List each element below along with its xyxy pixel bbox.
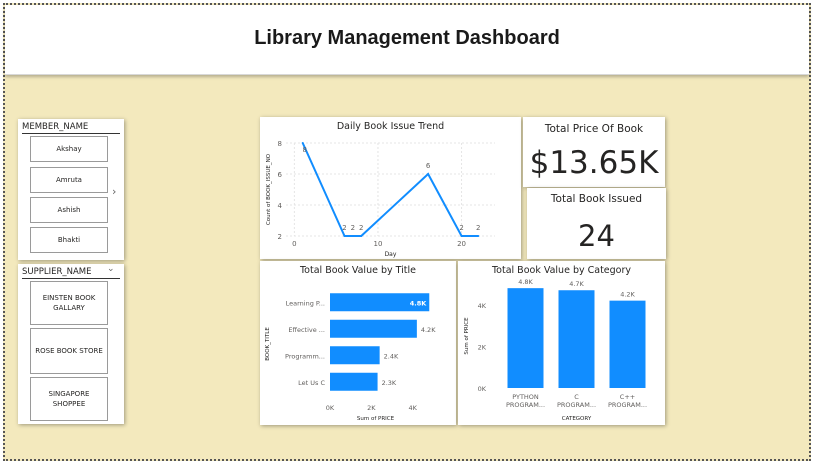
y-tick-label: 0K bbox=[478, 385, 487, 393]
supplier-slicer-title: SUPPLIER_NAME bbox=[22, 267, 92, 277]
supplier-item-einsten[interactable]: EINSTEN BOOK GALLARY bbox=[30, 281, 108, 325]
chevron-down-icon[interactable]: ⌄ bbox=[107, 264, 115, 274]
data-label: 2.3K bbox=[382, 379, 397, 387]
bar bbox=[330, 372, 378, 391]
data-label: 4.8K bbox=[410, 299, 428, 307]
bar bbox=[507, 288, 544, 388]
y-axis-title: BOOK_TITLE bbox=[265, 327, 271, 361]
category-label: PROGRAM... bbox=[608, 401, 647, 409]
data-point bbox=[460, 235, 463, 237]
category-label: C bbox=[574, 393, 579, 401]
total-issued-value: 24 bbox=[578, 219, 615, 253]
daily-issue-trend-card: Daily Book Issue Trend 2 4 6 8 0 10 20 8 2 2 2 6 2 2 D… bbox=[260, 117, 521, 259]
data-point bbox=[427, 173, 430, 175]
dashboard-canvas: Library Management Dashboard MEMBER_NAME… bbox=[3, 3, 811, 461]
slicer-divider bbox=[22, 278, 120, 279]
y-tick-label: 8 bbox=[278, 140, 282, 148]
x-axis-title: CATEGORY bbox=[562, 416, 592, 422]
data-label: 2 bbox=[459, 224, 463, 232]
data-label: 4.2K bbox=[421, 326, 436, 334]
data-label: 8 bbox=[302, 146, 306, 154]
y-axis-title: Count of BOOK_ISSUE_NO bbox=[266, 153, 272, 225]
x-tick-label: 20 bbox=[457, 240, 466, 248]
data-label: 6 bbox=[426, 162, 431, 170]
y-tick-label: 2K bbox=[478, 343, 487, 351]
member-item-amruta[interactable]: Amruta bbox=[30, 167, 108, 193]
data-label: 2 bbox=[351, 224, 355, 232]
page-title: Library Management Dashboard bbox=[254, 27, 560, 49]
x-axis-title: Day bbox=[385, 251, 397, 258]
data-point bbox=[360, 235, 363, 237]
daily-issue-trend-chart: 24680 10 2082 2 262 2DayCount of BOOK_ISSUE_N… bbox=[266, 140, 495, 258]
supplier-item-singapore[interactable]: SINGAPORE SHOPPEE bbox=[30, 377, 108, 421]
bar bbox=[558, 290, 595, 388]
value-by-category-chart: 0K2K4K4.8KPYTHONPROGRAM...4.7KCPROGRAM..… bbox=[464, 278, 647, 422]
category-label: PROGRAM... bbox=[506, 401, 545, 409]
category-label: PROGRAM... bbox=[557, 401, 596, 409]
data-label: 4.7K bbox=[569, 280, 584, 288]
bar bbox=[609, 300, 646, 388]
x-axis-title: Sum of PRICE bbox=[357, 416, 395, 422]
y-tick-label: 4K bbox=[478, 302, 487, 310]
total-price-value: $13.65K bbox=[529, 145, 659, 181]
supplier-name-slicer: SUPPLIER_NAME ⌄ EINSTEN BOOK GALLARY ROS… bbox=[18, 264, 124, 424]
x-tick-label: 10 bbox=[373, 240, 382, 248]
y-tick-label: 6 bbox=[278, 171, 283, 179]
value-by-title-chart: Learning P... 4.8K Effective ... 4.2K Progra… bbox=[265, 293, 436, 422]
value-by-title-card: Total Book Value by Title Learning P... 4… bbox=[260, 261, 456, 425]
data-point bbox=[477, 235, 480, 237]
y-tick-label: 2 bbox=[278, 233, 282, 241]
data-label: 2 bbox=[342, 224, 346, 232]
category-label: C++ bbox=[620, 393, 635, 401]
chevron-right-icon[interactable]: › bbox=[112, 185, 116, 198]
total-issued-title: Total Book Issued bbox=[550, 193, 643, 205]
y-axis-title: Sum of PRICE bbox=[464, 317, 470, 355]
data-point bbox=[351, 235, 354, 237]
data-label: 4.8K bbox=[518, 278, 533, 286]
header-bar: Library Management Dashboard bbox=[5, 5, 809, 75]
category-label: Let Us C bbox=[298, 379, 325, 387]
category-label: Learning P... bbox=[286, 299, 325, 307]
x-tick-label: 4K bbox=[409, 404, 418, 412]
data-label: 2 bbox=[476, 224, 480, 232]
x-tick-label: 0 bbox=[292, 240, 296, 248]
bar bbox=[330, 319, 417, 338]
y-tick-label: 4 bbox=[278, 202, 283, 210]
data-point bbox=[301, 142, 304, 144]
data-label: 2 bbox=[359, 224, 363, 232]
supplier-item-rose[interactable]: ROSE BOOK STORE bbox=[30, 328, 108, 374]
data-point bbox=[343, 235, 346, 237]
data-label: 2.4K bbox=[384, 352, 399, 360]
member-item-ashish[interactable]: Ashish bbox=[30, 197, 108, 223]
category-label: Programm... bbox=[285, 352, 325, 360]
category-label: PYTHON bbox=[512, 393, 539, 401]
category-label: Effective ... bbox=[288, 326, 325, 334]
bar bbox=[330, 346, 380, 365]
slicer-divider bbox=[22, 133, 120, 134]
member-slicer-title: MEMBER_NAME bbox=[22, 122, 89, 132]
data-label: 4.2K bbox=[620, 291, 635, 299]
total-issued-card: Total Book Issued 24 bbox=[527, 188, 666, 259]
value-by-category-card: Total Book Value by Category 0K 2K 4K 4.8K P… bbox=[458, 261, 665, 425]
x-tick-label: 0K bbox=[326, 404, 335, 412]
total-price-card: Total Price Of Book $13.65K bbox=[523, 117, 665, 187]
x-tick-label: 2K bbox=[367, 404, 376, 412]
member-item-akshay[interactable]: Akshay bbox=[30, 136, 108, 162]
member-name-slicer: MEMBER_NAME Akshay Amruta Ashish Bhakti … bbox=[18, 119, 124, 260]
member-item-bhakti[interactable]: Bhakti bbox=[30, 227, 108, 253]
total-price-title: Total Price Of Book bbox=[544, 123, 644, 135]
series-line bbox=[301, 142, 479, 237]
